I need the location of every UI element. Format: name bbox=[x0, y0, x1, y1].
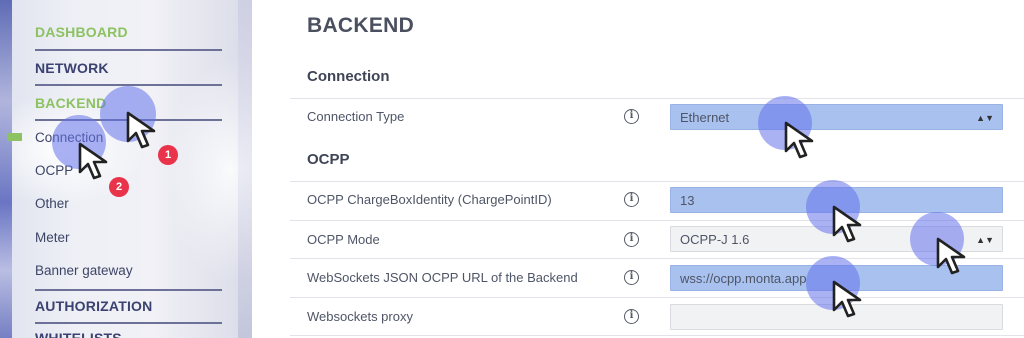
row-divider bbox=[290, 258, 1024, 259]
step-badge-1: 1 bbox=[158, 145, 178, 165]
info-icon[interactable]: i bbox=[624, 309, 639, 324]
connection-type-label: Connection Type bbox=[307, 109, 405, 124]
nav-network[interactable]: NETWORK bbox=[35, 60, 109, 76]
pointer-cursor-icon bbox=[832, 280, 862, 318]
info-icon[interactable]: i bbox=[624, 232, 639, 247]
info-icon[interactable]: i bbox=[624, 109, 639, 124]
chargebox-identity-label: OCPP ChargeBoxIdentity (ChargePointID) bbox=[307, 192, 552, 207]
sidebar-item-banner-gateway[interactable]: Banner gateway bbox=[35, 263, 133, 278]
nav-whitelists[interactable]: WHITELISTS bbox=[35, 330, 122, 338]
select-arrows-icon: ▲▼ bbox=[976, 113, 994, 123]
nav-dashboard[interactable]: DASHBOARD bbox=[35, 24, 128, 40]
nav-divider bbox=[35, 289, 222, 291]
pointer-cursor-icon bbox=[936, 237, 966, 275]
step-badge-2: 2 bbox=[109, 177, 129, 197]
section-ocpp-heading: OCPP bbox=[307, 151, 350, 168]
sidebar: DASHBOARD NETWORK BACKEND Connection OCP… bbox=[0, 0, 252, 338]
row-divider bbox=[290, 220, 1024, 221]
pointer-cursor-icon bbox=[832, 205, 862, 243]
row-divider bbox=[290, 98, 1024, 99]
connection-type-select[interactable]: Ethernet ▲▼ bbox=[670, 104, 1003, 130]
nav-divider bbox=[35, 49, 222, 51]
ocpp-mode-label: OCPP Mode bbox=[307, 232, 380, 247]
info-icon[interactable]: i bbox=[624, 270, 639, 285]
row-divider bbox=[290, 297, 1024, 298]
nav-divider bbox=[35, 322, 222, 324]
info-icon[interactable]: i bbox=[624, 192, 639, 207]
section-connection-heading: Connection bbox=[307, 68, 390, 85]
nav-authorization[interactable]: AUTHORIZATION bbox=[35, 298, 152, 314]
main-content: BACKEND Connection Connection Type i Eth… bbox=[252, 0, 1024, 338]
row-divider bbox=[290, 335, 1024, 336]
page-title: BACKEND bbox=[307, 14, 415, 37]
select-arrows-icon: ▲▼ bbox=[976, 235, 994, 245]
pointer-cursor-icon bbox=[784, 121, 814, 159]
websocket-url-label: WebSockets JSON OCPP URL of the Backend bbox=[307, 270, 578, 285]
row-divider bbox=[290, 181, 1024, 182]
sidebar-item-meter[interactable]: Meter bbox=[35, 230, 70, 245]
nav-backend[interactable]: BACKEND bbox=[35, 95, 106, 111]
sidebar-item-other[interactable]: Other bbox=[35, 196, 69, 211]
websocket-proxy-label: Websockets proxy bbox=[307, 309, 413, 324]
active-item-marker bbox=[7, 133, 22, 141]
